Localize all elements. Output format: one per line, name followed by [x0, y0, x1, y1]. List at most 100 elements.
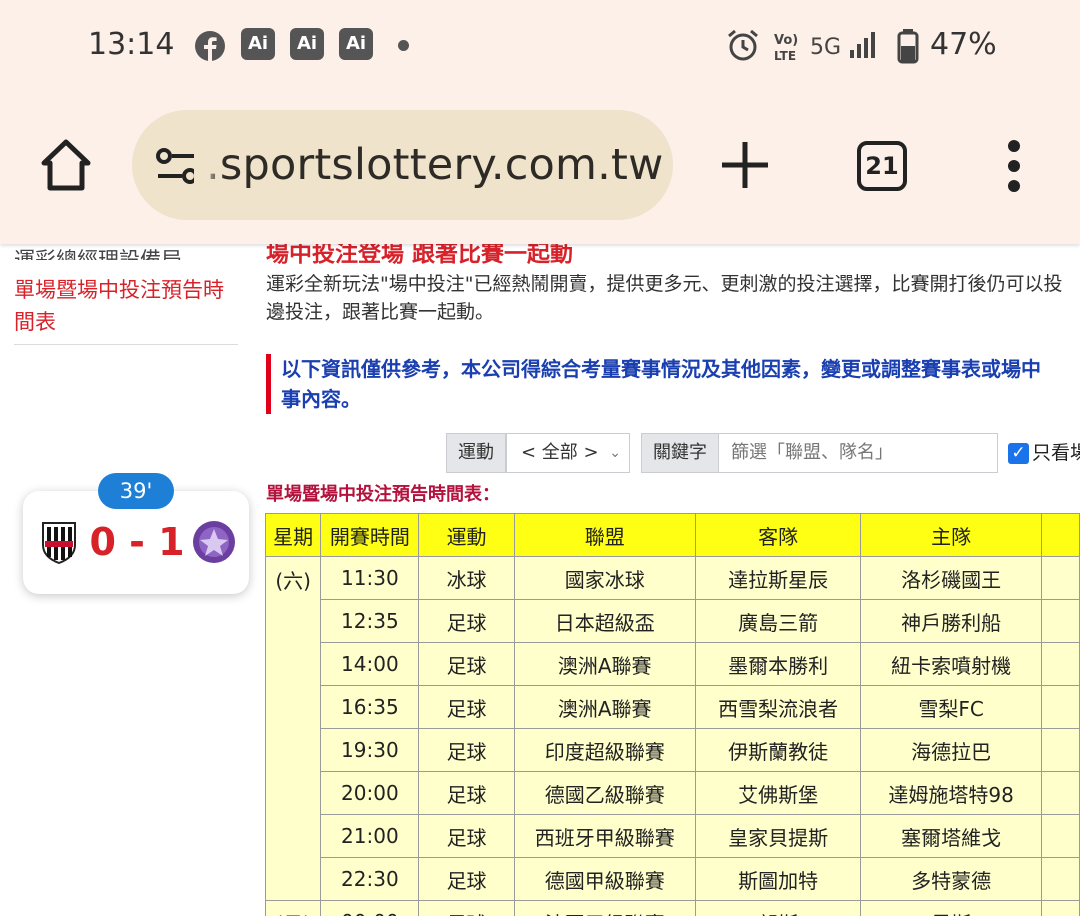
sport-cell: 足球 — [418, 642, 515, 686]
sidebar-item-schedule[interactable]: 單場暨場中投注預告時間表 — [14, 274, 240, 338]
time-cell: 00:00 — [320, 900, 420, 916]
table-header-row: 星期 開賽時間 運動 聯盟 客隊 主隊 — [264, 513, 1080, 557]
home-cell: 多特蒙德 — [860, 857, 1042, 901]
home-cell: 雪梨FC — [860, 685, 1042, 729]
sidebar-item-partial[interactable]: 運彩總經理設備局 — [14, 242, 182, 260]
url-text[interactable]: .sportslottery.com.tw — [206, 138, 663, 192]
sport-select[interactable]: < 全部 > ⌄ — [506, 433, 630, 473]
battery-percentage: 47% — [930, 27, 997, 62]
only-checkbox[interactable]: ✓ — [1008, 443, 1029, 464]
match-score: 0 - 1 — [89, 520, 185, 564]
league-cell: 澳洲A聯賽 — [513, 642, 696, 686]
day-cell: (日) — [264, 900, 322, 916]
time-cell: 14:00 — [320, 642, 420, 686]
plus-icon[interactable] — [716, 136, 774, 194]
only-checkbox-label[interactable]: 只看場 — [1032, 433, 1080, 473]
home-cell: 昂斯 — [860, 900, 1042, 916]
tab-switcher-button[interactable]: 21 — [857, 141, 907, 191]
extra-cell — [1040, 728, 1080, 772]
day-cell: (六) — [264, 556, 322, 901]
schedule-table: 星期 開賽時間 運動 聯盟 客隊 主隊 (六) 11:30 冰球 國家冰球 達拉… — [264, 513, 1080, 916]
extra-cell — [1040, 599, 1080, 643]
col-header-away: 客隊 — [694, 513, 862, 557]
notification-dot-icon — [398, 40, 409, 51]
away-cell: 達拉斯星辰 — [694, 556, 862, 600]
ai-app-icon: Ai — [290, 28, 324, 60]
intro-line-1: 運彩全新玩法"場中投注"已經熱鬧開賣，提供更多元、更刺激的投注選擇，比賽開打後仍… — [266, 273, 1063, 295]
home-cell: 達姆施塔特98 — [860, 771, 1042, 815]
home-cell: 海德拉巴 — [860, 728, 1042, 772]
table-row: (六) 11:30 冰球 國家冰球 達拉斯星辰 洛杉磯國王 — [264, 556, 1080, 901]
notice-line-2: 事內容。 — [281, 387, 361, 411]
league-cell: 日本超級盃 — [513, 599, 696, 643]
away-cell: 廣島三箭 — [694, 599, 862, 643]
chevron-down-icon: ⌄ — [609, 445, 621, 461]
time-cell: 16:35 — [320, 685, 420, 729]
match-minute-badge: 39' — [98, 473, 174, 509]
facebook-icon — [195, 31, 225, 61]
schedule-title: 單場暨場中投注預告時間表： — [266, 484, 500, 505]
sport-cell: 足球 — [418, 814, 515, 858]
league-cell: 德國甲級聯賽 — [513, 857, 696, 901]
league-cell: 印度超級聯賽 — [513, 728, 696, 772]
away-cell: 伊斯蘭教徒 — [694, 728, 862, 772]
time-cell: 12:35 — [320, 599, 420, 643]
col-header-day: 星期 — [264, 513, 322, 557]
table-row: 20:00 足球 德國乙級聯賽 艾佛斯堡 達姆施塔特98 — [266, 771, 1080, 815]
league-cell: 法國甲級聯賽 — [513, 900, 696, 916]
time-cell: 11:30 — [320, 556, 420, 600]
ai-app-icon: Ai — [241, 28, 275, 60]
url-fade — [194, 110, 224, 220]
intro-line-2: 邊投注，跟著比賽一起動。 — [266, 301, 495, 323]
sport-cell: 足球 — [418, 771, 515, 815]
volte-icon: Vo) LTE — [774, 33, 798, 63]
time-cell: 22:30 — [320, 857, 420, 901]
keyword-filter-label: 關鍵字 — [641, 433, 719, 473]
col-header-home: 主隊 — [860, 513, 1042, 557]
away-cell: 斯圖加特 — [694, 857, 862, 901]
sport-filter-label: 運動 — [446, 433, 506, 473]
notice-line-1: 以下資訊僅供參考，本公司得綜合考量賽事情況及其他因素，變更或調整賽事表或場中 — [281, 357, 1041, 381]
home-cell: 神戶勝利船 — [860, 599, 1042, 643]
address-bar[interactable]: .sportslottery.com.tw — [132, 110, 673, 220]
table-row: (日) 00:00 足球 法國甲級聯賽 朗斯 昂斯 — [264, 900, 1080, 916]
away-cell: 西雪梨流浪者 — [694, 685, 862, 729]
more-options-icon[interactable] — [998, 138, 1030, 194]
extra-cell — [1040, 857, 1080, 901]
home-cell: 塞爾塔維戈 — [860, 814, 1042, 858]
sanfrecce-hiroshima-logo — [193, 521, 235, 563]
keyword-input[interactable]: 篩選「聯盟、隊名」 — [718, 433, 998, 473]
sport-cell: 足球 — [418, 857, 515, 901]
svg-text:Vo): Vo) — [774, 33, 798, 48]
time-cell: 20:00 — [320, 771, 420, 815]
extra-cell — [1040, 900, 1080, 916]
table-row: 22:30 足球 德國甲級聯賽 斯圖加特 多特蒙德 — [266, 857, 1080, 901]
league-cell: 國家冰球 — [513, 556, 696, 600]
ai-app-icon: Ai — [339, 28, 373, 60]
col-header-league: 聯盟 — [513, 513, 696, 557]
notice-banner: 以下資訊僅供參考，本公司得綜合考量賽事情況及其他因素，變更或調整賽事表或場中 事… — [266, 354, 1080, 414]
sport-cell: 足球 — [418, 728, 515, 772]
svg-text:LTE: LTE — [774, 49, 796, 63]
col-header-time: 開賽時間 — [320, 513, 420, 557]
extra-cell — [1040, 771, 1080, 815]
sport-cell: 足球 — [418, 685, 515, 729]
table-row: 19:30 足球 印度超級聯賽 伊斯蘭教徒 海德拉巴 — [266, 728, 1080, 772]
extra-cell — [1040, 642, 1080, 686]
table-row: 16:35 足球 澳洲A聯賽 西雪梨流浪者 雪梨FC — [266, 685, 1080, 729]
away-cell: 墨爾本勝利 — [694, 642, 862, 686]
home-cell: 洛杉磯國王 — [860, 556, 1042, 600]
extra-cell — [1040, 685, 1080, 729]
svg-text:5G: 5G — [810, 35, 841, 60]
sport-cell: 足球 — [418, 599, 515, 643]
sport-select-value: < 全部 > — [521, 442, 599, 463]
table-row: 12:35 足球 日本超級盃 廣島三箭 神戶勝利船 — [266, 599, 1080, 643]
sidebar-divider — [14, 344, 238, 345]
home-cell: 紐卡索噴射機 — [860, 642, 1042, 686]
away-cell: 艾佛斯堡 — [694, 771, 862, 815]
keyword-placeholder: 篩選「聯盟、隊名」 — [731, 442, 893, 463]
league-cell: 澳洲A聯賽 — [513, 685, 696, 729]
away-cell: 皇家貝提斯 — [694, 814, 862, 858]
home-icon[interactable] — [34, 133, 98, 197]
away-cell: 朗斯 — [694, 900, 862, 916]
